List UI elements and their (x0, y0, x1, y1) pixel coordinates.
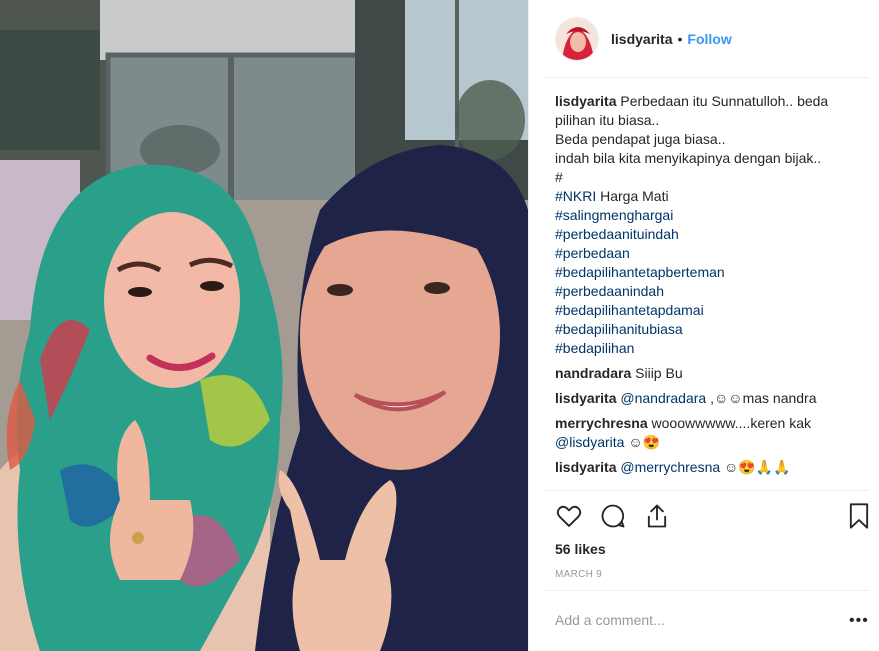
post-side-panel: lisdyarita • Follow lisdyarita Perbedaan… (528, 0, 879, 651)
separator-dot: • (677, 31, 683, 47)
comment-username[interactable]: nandradara (555, 365, 631, 381)
post-caption: lisdyarita Perbedaan itu Sunnatulloh.. b… (555, 92, 855, 358)
comment-icon[interactable] (599, 502, 627, 530)
comment-username[interactable]: lisdyarita (555, 390, 616, 406)
comment-item: lisdyarita @merrychresna ☺😍🙏🙏 (555, 458, 855, 477)
hashtag-link[interactable]: #bedapilihanitubiasa (555, 321, 683, 337)
actions-divider (545, 490, 869, 491)
comment-username[interactable]: merrychresna (555, 415, 648, 431)
comment-text: ,☺☺mas nandra (706, 390, 817, 406)
caption-text-line: # (555, 169, 563, 185)
share-icon[interactable] (643, 502, 671, 530)
hashtag-link[interactable]: #bedapilihantetapdamai (555, 302, 704, 318)
comment-username[interactable]: lisdyarita (555, 459, 616, 475)
comment-text: Siiip Bu (635, 365, 683, 381)
follow-button[interactable]: Follow (687, 31, 731, 47)
caption-nkri-line: #NKRI Harga Mati (555, 187, 855, 206)
likes-count[interactable]: 56 likes (555, 541, 606, 557)
comment-item: lisdyarita @nandradara ,☺☺mas nandra (555, 389, 855, 408)
more-options-icon[interactable]: ••• (849, 612, 869, 630)
hashtag-link[interactable]: #perbedaanindah (555, 283, 664, 299)
add-comment-input[interactable] (555, 606, 815, 634)
heart-icon[interactable] (555, 502, 583, 530)
caption-first-line: lisdyarita Perbedaan itu Sunnatulloh.. b… (555, 92, 855, 130)
caption-username[interactable]: lisdyarita (555, 93, 616, 109)
avatar-image (556, 18, 598, 60)
post-header: lisdyarita • Follow (529, 0, 879, 78)
mention-link[interactable]: @nandradara (620, 390, 706, 406)
post-actions (555, 502, 875, 534)
hashtag-link[interactable]: #bedapilihantetapberteman (555, 264, 725, 280)
header-divider (545, 77, 869, 78)
comment-item: nandradara Siiip Bu (555, 364, 855, 383)
comment-item: merrychresna wooowwwww....keren kak @lis… (555, 414, 855, 452)
caption-text: Harga Mati (596, 188, 669, 204)
hashtag-link[interactable]: #perbedaanituindah (555, 226, 679, 242)
avatar[interactable] (555, 17, 599, 61)
mention-link[interactable]: @lisdyarita (555, 434, 624, 450)
comment-text: ☺😍 (624, 434, 661, 450)
comment-text: wooowwwww....keren kak (651, 415, 812, 431)
selfie-illustration (0, 0, 528, 651)
comment-divider (545, 590, 869, 591)
caption-text-line: indah bila kita menyikapinya dengan bija… (555, 150, 822, 166)
post-date: MARCH 9 (555, 569, 603, 580)
mention-link[interactable]: @merrychresna (620, 459, 720, 475)
post-photo[interactable] (0, 0, 528, 651)
caption-text-line: Beda pendapat juga biasa.. (555, 131, 726, 147)
hashtag-link[interactable]: #bedapilihan (555, 340, 634, 356)
hashtag-link[interactable]: #perbedaan (555, 245, 630, 261)
bookmark-icon[interactable] (847, 502, 871, 530)
hashtag-link[interactable]: #NKRI (555, 188, 596, 204)
comments-list[interactable]: lisdyarita Perbedaan itu Sunnatulloh.. b… (555, 92, 855, 490)
post-username[interactable]: lisdyarita (611, 31, 672, 47)
hashtag-link[interactable]: #salingmenghargai (555, 207, 673, 223)
comment-text: ☺😍🙏🙏 (720, 459, 791, 475)
